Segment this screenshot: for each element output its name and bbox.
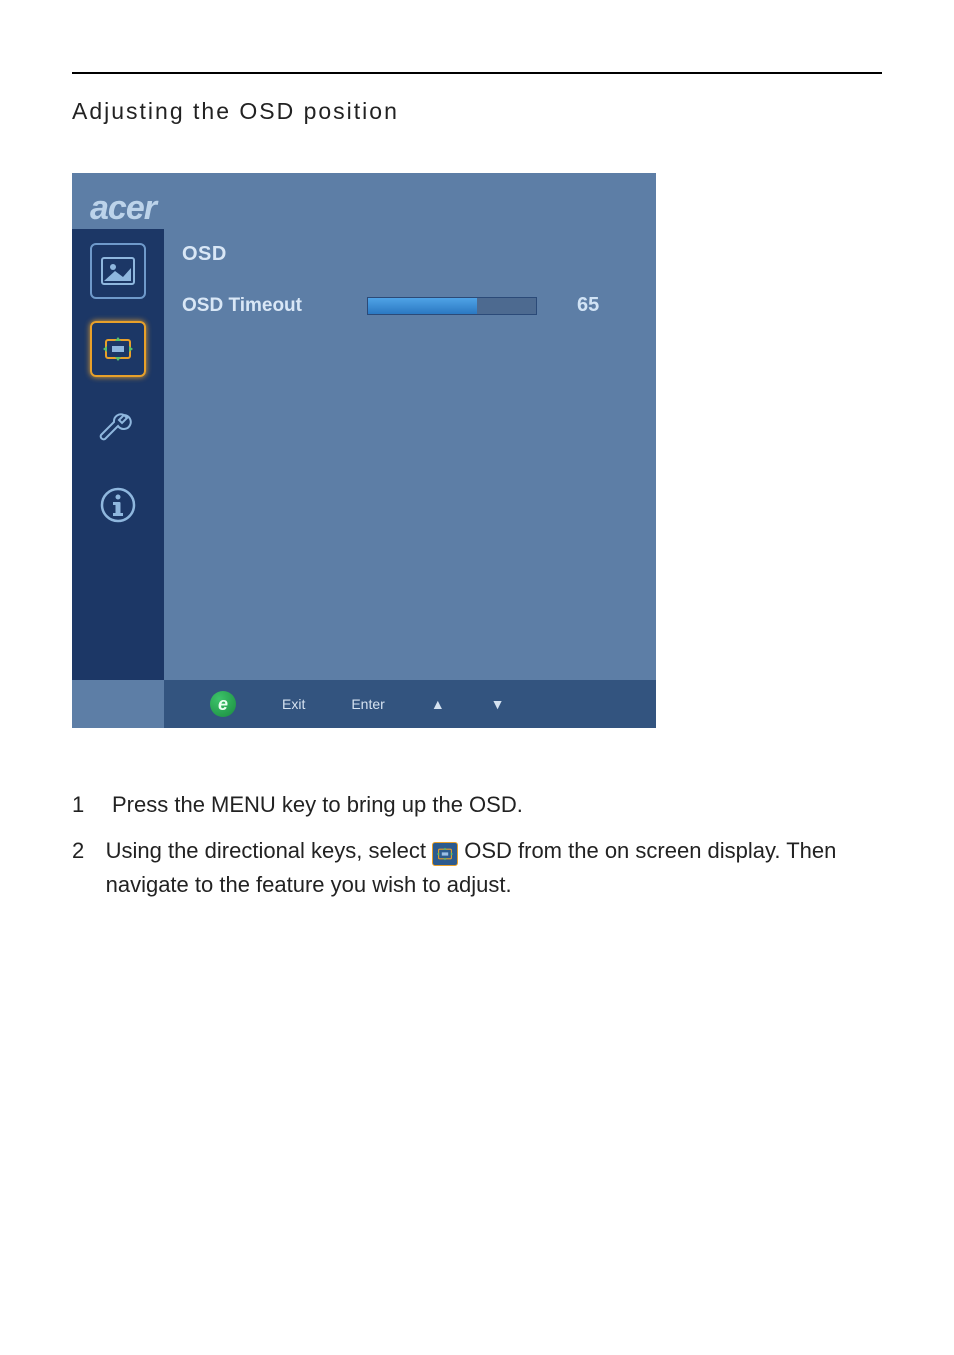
page-heading: Adjusting the OSD position	[72, 98, 882, 125]
list-number: 2	[72, 834, 86, 902]
list-item: 1 Press the MENU key to bring up the OSD…	[72, 788, 882, 822]
tab-settings[interactable]	[90, 399, 146, 455]
wrench-icon	[96, 405, 140, 449]
value-bar-fill	[368, 298, 477, 314]
osd-footer: e Exit Enter ▲ ▼	[164, 680, 656, 728]
arrow-down-icon[interactable]: ▼	[491, 696, 505, 712]
arrow-up-icon[interactable]: ▲	[431, 696, 445, 712]
setting-label: OSD Timeout	[182, 295, 347, 317]
brand-logo: acer	[90, 189, 156, 228]
instruction-list: 1 Press the MENU key to bring up the OSD…	[72, 788, 882, 902]
osd-screenshot: acer	[72, 173, 656, 728]
picture-icon	[101, 257, 135, 285]
setting-value: 65	[577, 294, 599, 317]
tab-osd[interactable]	[90, 321, 146, 377]
list-text: Press the MENU key to bring up the OSD.	[112, 788, 523, 822]
setting-row: OSD Timeout 65	[182, 294, 638, 317]
horizontal-rule	[72, 72, 882, 74]
value-bar[interactable]	[367, 297, 537, 315]
info-icon	[96, 483, 140, 527]
tab-info[interactable]	[90, 477, 146, 533]
footer-exit-label[interactable]: Exit	[282, 696, 305, 712]
list-item: 2 Using the directional keys, select OSD…	[72, 834, 882, 902]
footer-enter-label[interactable]: Enter	[351, 696, 384, 712]
osd-position-icon	[100, 334, 136, 364]
osd-position-icon-inline	[432, 842, 458, 866]
tab-picture[interactable]	[90, 243, 146, 299]
e-badge-icon[interactable]: e	[210, 691, 236, 717]
list-text: Using the directional keys, select OSD f…	[106, 834, 882, 902]
osd-sidebar	[72, 229, 164, 680]
list-number: 1	[72, 788, 92, 822]
osd-content: OSD OSD Timeout 65	[182, 243, 638, 317]
text-fragment: Using the directional keys, select	[106, 838, 433, 863]
menu-title: OSD	[182, 243, 638, 266]
